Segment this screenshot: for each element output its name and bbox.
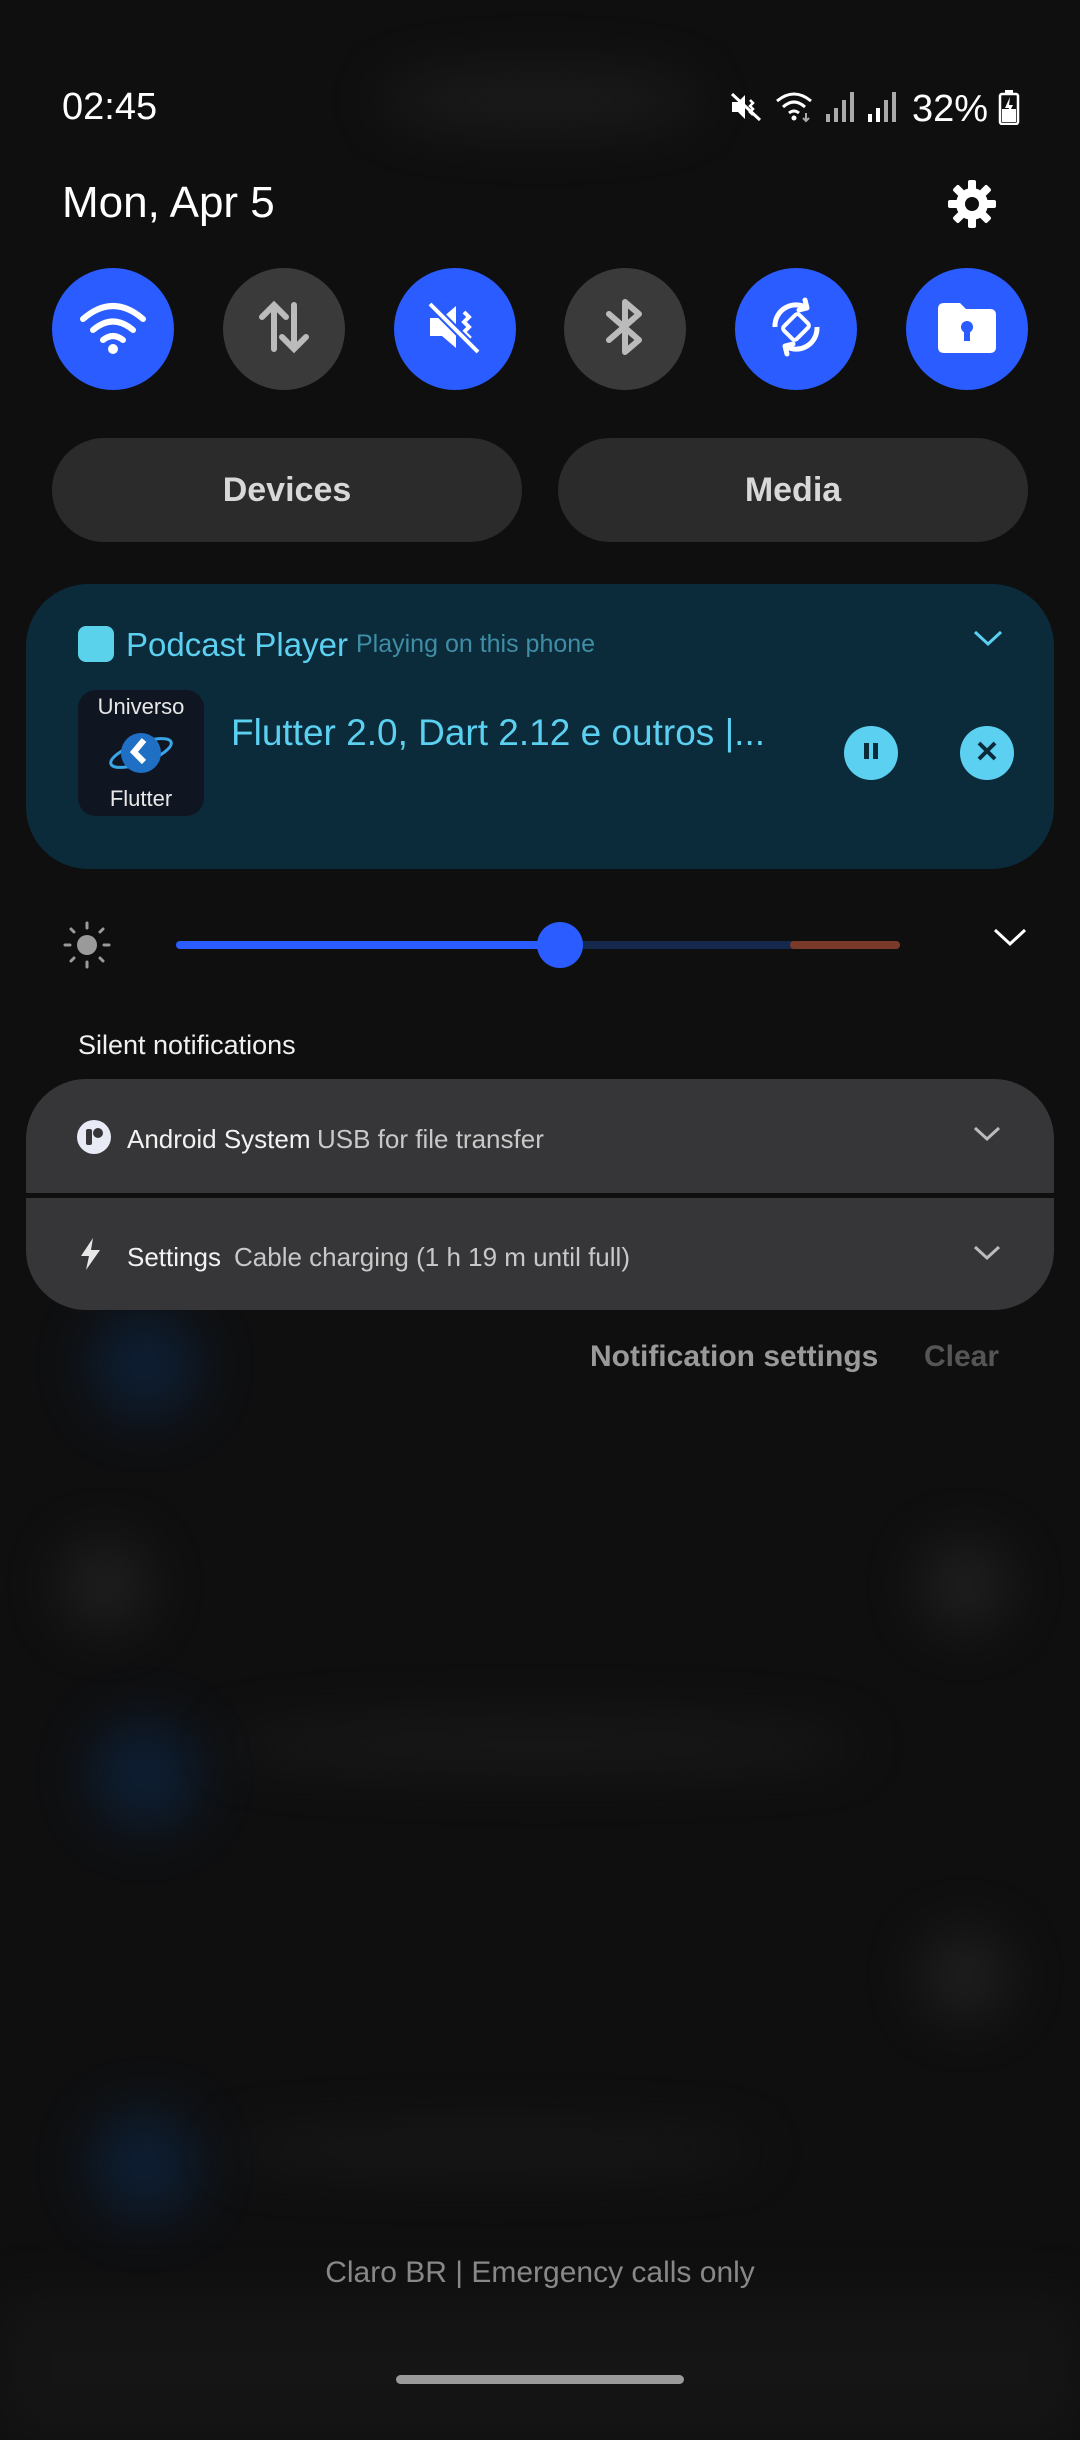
- secure-folder-icon: [934, 299, 1000, 360]
- navigation-handle[interactable]: [396, 2375, 684, 2384]
- notification-text: USB for file transfer: [317, 1124, 544, 1154]
- album-art: Universo Flutter: [78, 690, 204, 816]
- notification-android-system[interactable]: Android System USB for file transfer: [26, 1079, 1054, 1193]
- notification-text: Cable charging (1 h 19 m until full): [234, 1242, 630, 1272]
- sound-off-icon: [422, 294, 488, 365]
- clock: 02:45: [62, 86, 158, 128]
- status-icons: 32%: [728, 88, 1020, 131]
- media-title: Flutter 2.0, Dart 2.12 e outros |...: [231, 712, 766, 753]
- media-button[interactable]: Media: [558, 438, 1028, 542]
- wifi-icon: [774, 89, 814, 130]
- pause-button[interactable]: [844, 726, 898, 780]
- brightness-row: [0, 910, 1080, 980]
- wifi-toggle[interactable]: [52, 268, 174, 390]
- notification-settings-charging[interactable]: Settings Cable charging (1 h 19 m until …: [26, 1198, 1054, 1310]
- status-bar: 02:45 32%: [0, 60, 1080, 160]
- mobile-data-toggle[interactable]: [222, 268, 345, 390]
- quick-settings-row: [52, 268, 1028, 390]
- android-system-icon: [76, 1119, 112, 1160]
- sun-icon: [62, 920, 112, 975]
- vibrate-mute-icon: [728, 89, 764, 130]
- notification-app-name: Android System: [127, 1124, 311, 1154]
- sound-toggle[interactable]: [393, 268, 516, 390]
- close-media-button[interactable]: [960, 726, 1014, 780]
- battery-charging-icon: [998, 89, 1020, 130]
- battery-percent: 32%: [911, 88, 988, 130]
- panel-pills: Devices Media: [52, 438, 1028, 542]
- lightning-icon: [76, 1236, 104, 1277]
- date: Mon, Apr 5: [62, 178, 275, 227]
- gear-icon[interactable]: [946, 178, 998, 230]
- brightness-slider[interactable]: [176, 922, 900, 968]
- media-output-label: Playing on this phone: [356, 630, 596, 658]
- planet-logo-icon: [108, 722, 174, 789]
- secure-folder-toggle[interactable]: [905, 268, 1028, 390]
- mobile-data-icon: [252, 295, 316, 364]
- chevron-down-icon[interactable]: [972, 1125, 1002, 1148]
- clear-button[interactable]: Clear: [924, 1340, 999, 1374]
- carrier-label: Claro BR | Emergency calls only: [325, 2256, 755, 2289]
- brightness-fill: [176, 941, 560, 949]
- brightness-thumb[interactable]: [536, 922, 583, 968]
- media-player-card[interactable]: Podcast Player Playing on this phone Uni…: [26, 584, 1054, 869]
- signal-icon: [824, 90, 856, 129]
- album-art-bottom-text: Flutter: [109, 786, 173, 811]
- devices-button[interactable]: Devices: [52, 438, 522, 542]
- media-app-name: Podcast Player: [126, 626, 348, 663]
- chevron-down-icon[interactable]: [972, 628, 1004, 653]
- pause-icon: [860, 740, 882, 767]
- podcast-app-icon: [78, 626, 114, 662]
- wifi-icon: [78, 297, 148, 362]
- chevron-down-icon[interactable]: [972, 1244, 1002, 1267]
- silent-notifications-header: Silent notifications: [78, 1030, 296, 1060]
- notification-settings-button[interactable]: Notification settings: [590, 1340, 878, 1374]
- notification-app-name: Settings: [127, 1242, 221, 1272]
- bluetooth-icon: [595, 294, 655, 365]
- close-icon: [974, 738, 1000, 769]
- brightness-high-zone: [790, 941, 900, 949]
- auto-rotate-icon: [761, 292, 831, 367]
- signal-icon: [866, 90, 898, 129]
- bluetooth-toggle[interactable]: [564, 268, 687, 390]
- auto-rotate-toggle[interactable]: [735, 268, 858, 390]
- chevron-down-icon[interactable]: [992, 926, 1028, 953]
- album-art-top-text: Universo: [97, 694, 185, 719]
